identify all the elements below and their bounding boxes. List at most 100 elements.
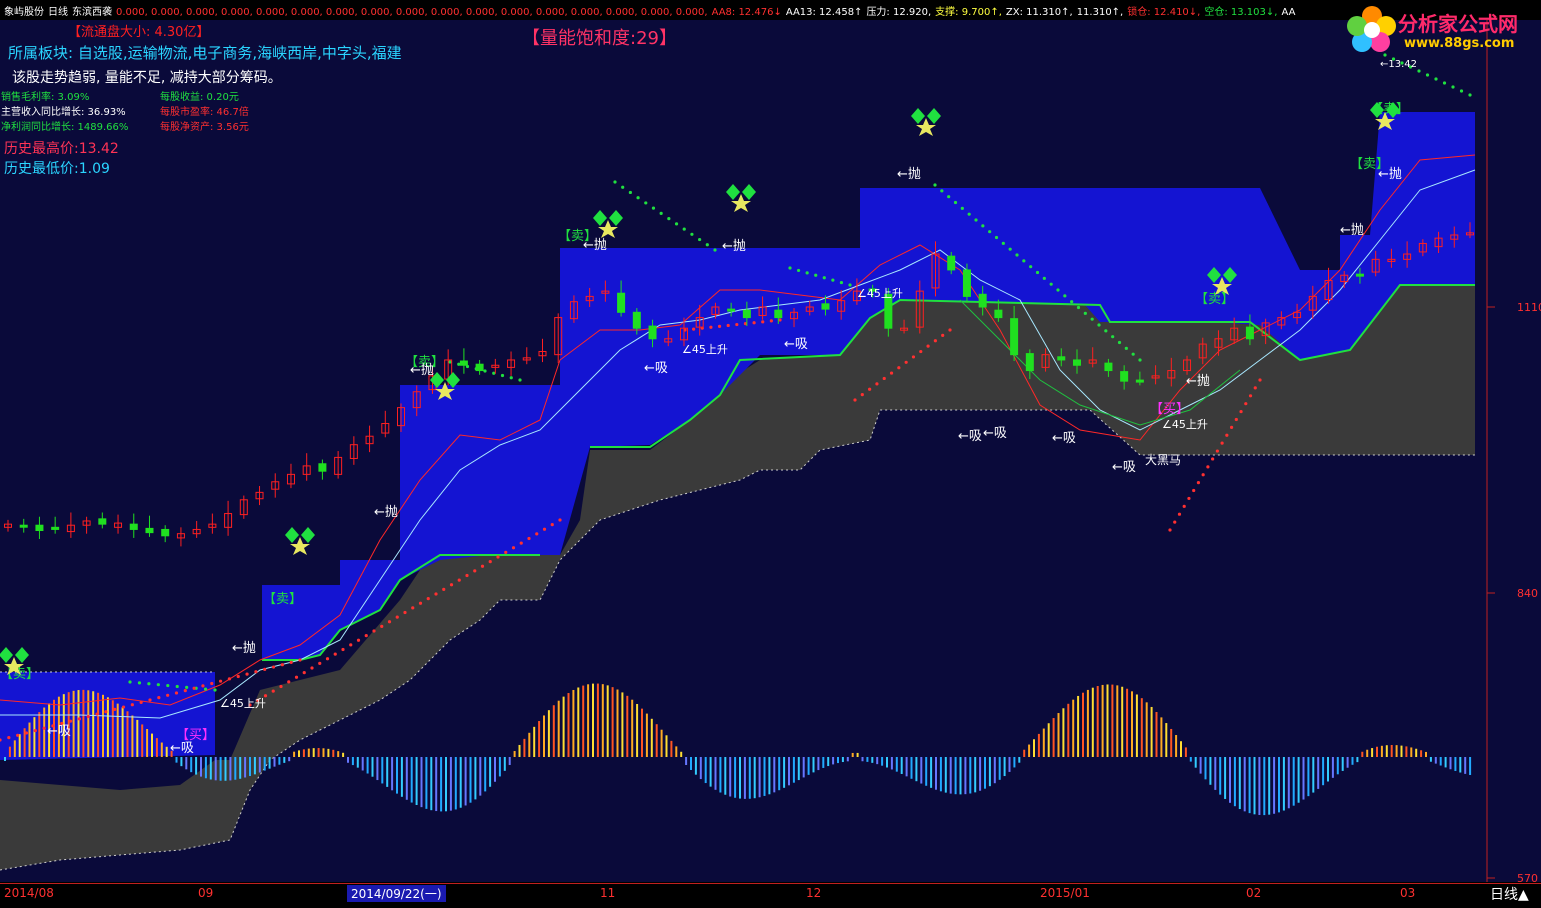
volume-bar [758,757,761,798]
volume-bar [935,757,937,790]
volume-bar [881,757,884,766]
volume-bar [1238,757,1241,810]
throw-marker: ←抛 [1186,374,1210,389]
sar-dot [356,638,361,642]
date-cursor-label[interactable]: 2014/09/22(一) [347,885,446,902]
sar-dot [1206,465,1210,469]
pressure-value: 压力: 12.920, [866,7,932,18]
volume-bar [33,717,36,757]
sar-dot [156,683,160,687]
volume-bar [317,748,320,757]
volume-bar [356,757,359,768]
volume-bar [557,700,560,757]
sar-dot [535,532,539,536]
sar-dot [1220,441,1224,445]
volume-bar [464,757,467,806]
sar-dot [911,355,916,359]
sar-dot [628,190,632,195]
sar-dot [128,680,132,684]
sar-dot [147,682,151,686]
aa8-value: AA8: 12.476↓ [711,7,782,18]
sar-dot [448,360,452,364]
volume-bar [489,757,492,787]
sar-dot [651,206,656,210]
sar-dot [848,283,852,287]
sar-dot [279,684,283,689]
period-switch[interactable]: 日线▲ [1490,884,1529,904]
sar-dot [941,333,945,337]
sar-dot [434,592,438,596]
volume-bar [562,696,565,757]
volume-bar [18,734,21,757]
volume-bar [807,757,810,775]
stock-name[interactable]: 象屿股份 [4,7,44,18]
sar-dot [713,248,717,252]
volume-bar [513,751,516,757]
sar-dot [519,541,523,545]
volume-bar [72,690,75,757]
sar-dot [875,382,879,386]
volume-bar [1126,688,1129,757]
volume-bar [459,757,462,808]
volume-bar [856,752,859,757]
rise45-marker: ∠45上升 [682,343,728,356]
sar-dot [769,319,773,323]
sar-dot [465,573,469,578]
volume-bar [841,757,844,763]
sar-dot [1234,417,1238,422]
volume-bar [1042,728,1045,757]
volume-bar [449,757,452,811]
sar-dot [372,629,376,633]
sar-dot [1239,409,1243,414]
volume-bar [200,757,202,777]
volume-bar [1008,757,1011,772]
volume-bar [1052,718,1055,757]
sar-dot [1042,276,1046,280]
volume-bar [293,751,296,757]
sar-dot [113,707,117,712]
sar-dot [518,378,522,382]
sar-dot [709,325,713,329]
peak-label: ←13.42 [1380,59,1417,70]
big-black-horse: 大黑马 [1145,453,1181,467]
sar-dot [1104,329,1108,333]
volume-bar [694,757,697,775]
volume-bar [582,685,585,757]
volume-bar [268,757,271,769]
sar-dot [236,674,240,679]
sar-dot [403,610,407,615]
sar-dot [1029,265,1033,269]
sar-dot [1056,288,1060,292]
volume-bar [592,683,594,757]
sar-dot [1076,305,1081,310]
volume-bar [1086,689,1089,757]
sar-dot [933,339,937,343]
volume-bar [28,722,31,757]
volume-bar [778,757,781,791]
sar-dot [7,736,11,740]
sar-dot [1248,394,1253,398]
sar-dot [926,344,930,348]
sectors: 所属板块: 自选股,运输物流,电子商务,海峡西岸,中字头,福建 [8,44,402,62]
volume-bar [837,757,839,764]
volume-bar [876,757,879,765]
volume-bar [1072,699,1075,757]
volume-bar [969,757,972,794]
volume-bar [1204,757,1207,780]
sar-dot [860,393,864,397]
volume-bar [1165,723,1168,757]
volume-bar [484,757,487,792]
price-tick-label: 840 [1517,587,1538,600]
saturation: 【量能饱和度:29】 [522,28,677,49]
volume-bar [1292,757,1295,806]
volume-bar [366,757,369,774]
volume-bar [1091,687,1094,757]
volume-bar [347,757,349,763]
volume-bar [596,683,599,757]
volume-bar [1336,757,1339,775]
volume-bar [1327,757,1329,782]
sar-dot [682,227,686,231]
sar-dot [203,687,208,691]
volume-bar [886,757,888,768]
volume-bar [141,724,144,757]
